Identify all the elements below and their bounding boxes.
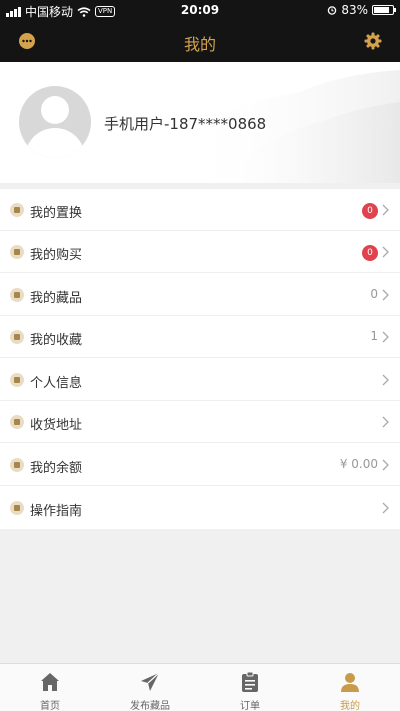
help-icon <box>10 501 24 515</box>
menu-item-value: 1 <box>370 329 378 343</box>
count-badge: 0 <box>362 203 378 219</box>
chevron-right-icon <box>382 416 389 428</box>
chevron-right-icon <box>382 331 389 343</box>
avatar[interactable] <box>19 86 91 158</box>
menu-item-guide[interactable]: 操作指南 <box>0 487 400 529</box>
collection-icon <box>10 288 24 302</box>
menu-item-balance[interactable]: 我的余额 ¥ 0.00 <box>0 444 400 486</box>
tab-label: 首页 <box>40 701 60 711</box>
menu-item-address[interactable]: 收货地址 <box>0 401 400 443</box>
profile-card[interactable]: 手机用户-187****0868 <box>0 62 400 183</box>
menu-item-label: 我的藏品 <box>30 291 83 306</box>
chevron-right-icon <box>382 289 389 301</box>
chevron-right-icon <box>382 459 389 471</box>
status-bar: 中国移动 VPN 20:09 83% <box>0 0 400 20</box>
location-icon <box>10 415 24 429</box>
menu-item-label: 我的置换 <box>30 206 83 221</box>
battery-level <box>374 7 389 13</box>
gear-icon[interactable] <box>364 32 382 50</box>
exchange-icon <box>10 203 24 217</box>
menu-item-label: 收货地址 <box>30 418 83 433</box>
tab-label: 订单 <box>240 701 260 711</box>
chevron-right-icon <box>382 374 389 386</box>
clipboard-icon <box>242 672 258 692</box>
menu-item-favorites[interactable]: 我的收藏 1 <box>0 316 400 358</box>
menu-item-value: ¥ 0.00 <box>339 457 378 471</box>
menu-item-value: 0 <box>370 287 378 301</box>
tab-orders[interactable]: 订单 <box>200 664 300 711</box>
user-icon <box>10 373 24 387</box>
menu-item-label: 个人信息 <box>30 376 83 391</box>
menu-item-personal-info[interactable]: 个人信息 <box>0 359 400 401</box>
tab-label: 发布藏品 <box>130 701 170 711</box>
paper-plane-icon <box>141 672 160 691</box>
menu-list: 我的置换 0 我的购买 0 我的藏品 0 我的收藏 1 个人信息 收货地址 我的… <box>0 189 400 529</box>
menu-item-label: 我的收藏 <box>30 333 83 348</box>
battery-icon <box>372 5 396 15</box>
chevron-right-icon <box>382 204 389 216</box>
alarm-icon <box>328 6 337 15</box>
status-right: 83% <box>327 3 396 17</box>
avatar-body <box>25 128 85 158</box>
menu-item-purchases[interactable]: 我的购买 0 <box>0 231 400 273</box>
username: 手机用户-187****0868 <box>104 115 267 133</box>
battery-percent: 83% <box>341 3 368 17</box>
avatar-head <box>41 96 69 124</box>
heart-icon <box>10 330 24 344</box>
menu-item-label: 操作指南 <box>30 504 83 519</box>
count-badge: 0 <box>362 245 378 261</box>
tab-home[interactable]: 首页 <box>0 664 100 711</box>
chevron-right-icon <box>382 246 389 258</box>
menu-item-collection[interactable]: 我的藏品 0 <box>0 274 400 316</box>
menu-item-label: 我的余额 <box>30 461 83 476</box>
menu-item-exchange[interactable]: 我的置换 0 <box>0 189 400 231</box>
cart-icon <box>10 245 24 259</box>
chevron-right-icon <box>382 502 389 514</box>
bottom-tab-bar: 首页 发布藏品 订单 我的 <box>0 663 400 711</box>
tab-label: 我的 <box>340 701 360 711</box>
user-icon <box>341 673 359 692</box>
home-icon <box>41 673 59 691</box>
nav-bar: 我的 <box>0 20 400 62</box>
menu-item-label: 我的购买 <box>30 248 83 263</box>
page-title: 我的 <box>183 35 216 54</box>
tab-mine[interactable]: 我的 <box>300 664 400 711</box>
tab-publish[interactable]: 发布藏品 <box>100 664 200 711</box>
wallet-icon <box>10 458 24 472</box>
